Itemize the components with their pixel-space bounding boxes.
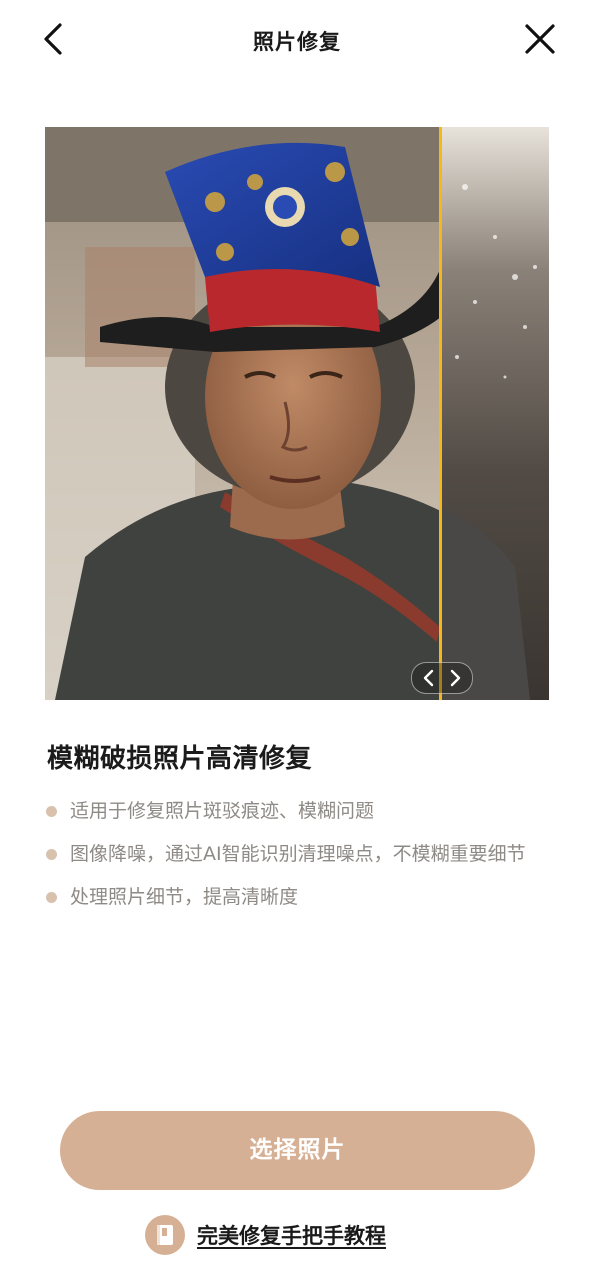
bullet-dot [46,849,57,860]
bullet-dot [46,892,57,903]
feature-item: 处理照片细节，提高清晰度 [45,881,555,913]
select-photo-button[interactable]: 选择照片 [60,1111,535,1190]
sample-portrait-image [45,127,549,700]
book-icon [157,1225,173,1245]
tutorial-label: 完美修复手把手教程 [197,1224,386,1248]
chevron-left-icon [423,669,434,687]
feature-list: 适用于修复照片斑驳痕迹、模糊问题 图像降噪，通过AI智能识别清理噪点，不模糊重要… [45,795,555,924]
page-title: 照片修复 [253,30,341,54]
tutorial-link[interactable]: 完美修复手把手教程 [145,1214,386,1256]
feature-item-text: 处理照片细节，提高清晰度 [70,886,299,908]
feature-title: 模糊破损照片高清修复 [47,744,313,774]
feature-item-text: 图像降噪，通过AI智能识别清理噪点，不模糊重要细节 [70,843,526,865]
header-bar: 照片修复 [0,0,594,80]
feature-item: 图像降噪，通过AI智能识别清理噪点，不模糊重要细节 [45,838,555,870]
feature-item: 适用于修复照片斑驳痕迹、模糊问题 [45,795,555,827]
close-button[interactable] [520,20,560,60]
feature-item-text: 适用于修复照片斑驳痕迹、模糊问题 [70,800,375,822]
book-icon-badge [145,1215,185,1255]
compare-slider-handle[interactable] [411,662,473,694]
compare-divider [439,127,442,700]
chevron-right-icon [450,669,461,687]
photo-compare-preview[interactable] [45,127,549,700]
close-icon [525,24,555,54]
bullet-dot [46,806,57,817]
